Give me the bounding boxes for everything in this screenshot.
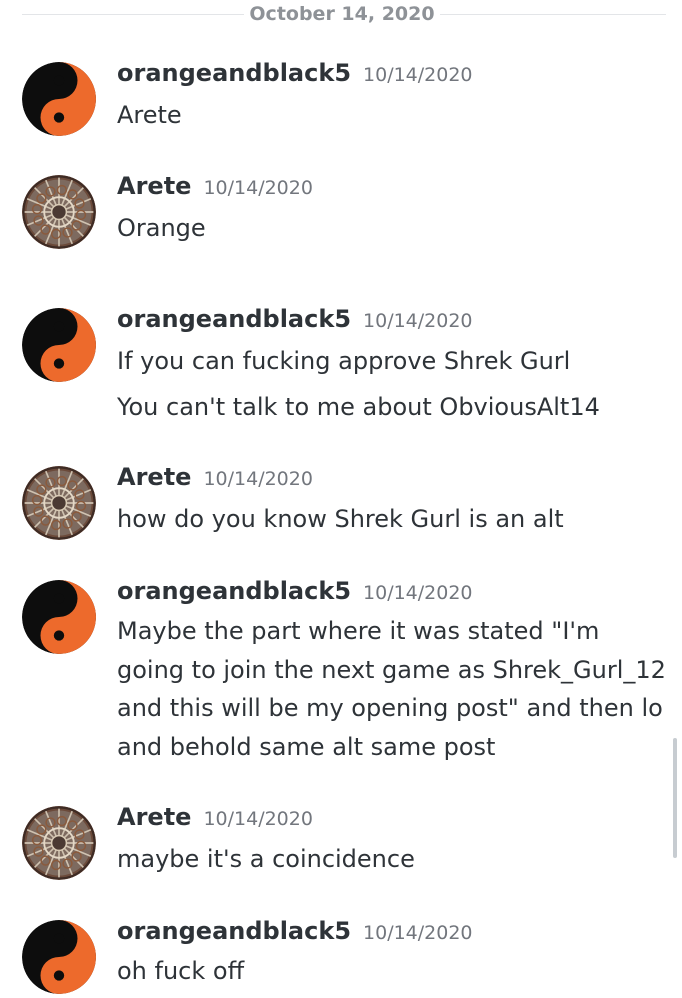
mandala-avatar[interactable]: [22, 175, 96, 249]
timestamp: 10/14/2020: [363, 64, 473, 86]
divider-line-right: [440, 14, 666, 15]
message-header: orangeandblack5 10/14/2020: [117, 305, 473, 333]
message-text: If you can fucking approve Shrek Gurl: [117, 347, 571, 375]
yin-yang-icon[interactable]: [22, 308, 96, 382]
username[interactable]: orangeandblack5: [117, 59, 351, 87]
timestamp: 10/14/2020: [363, 310, 473, 332]
divider-line-left: [22, 14, 244, 15]
message-text: how do you know Shrek Gurl is an alt: [117, 505, 564, 533]
date-divider: October 14, 2020: [0, 0, 682, 30]
message-text: You can't talk to me about ObviousAlt14: [117, 393, 600, 421]
yin-yang-icon[interactable]: [22, 62, 96, 136]
timestamp: 10/14/2020: [363, 922, 473, 944]
date-divider-label: October 14, 2020: [249, 3, 435, 25]
message-text: going to join the next game as Shrek_Gur…: [117, 656, 666, 684]
timestamp: 10/14/2020: [363, 582, 473, 604]
scrollbar[interactable]: [673, 738, 677, 858]
message-header: Arete 10/14/2020: [117, 803, 313, 831]
message-text: and behold same alt same post: [117, 733, 496, 761]
username[interactable]: orangeandblack5: [117, 305, 351, 333]
message-text: maybe it's a coincidence: [117, 845, 415, 873]
timestamp: 10/14/2020: [203, 808, 313, 830]
message-header: orangeandblack5 10/14/2020: [117, 917, 473, 945]
yin-yang-icon[interactable]: [22, 920, 96, 994]
message-text: Orange: [117, 214, 206, 242]
timestamp: 10/14/2020: [203, 468, 313, 490]
username[interactable]: Arete: [117, 172, 191, 200]
yin-yang-icon[interactable]: [22, 580, 96, 654]
username[interactable]: orangeandblack5: [117, 577, 351, 605]
message-header: Arete 10/14/2020: [117, 172, 313, 200]
username[interactable]: orangeandblack5: [117, 917, 351, 945]
mandala-avatar[interactable]: [22, 806, 96, 880]
username[interactable]: Arete: [117, 803, 191, 831]
message-text: Maybe the part where it was stated "I'm: [117, 617, 600, 645]
message-header: orangeandblack5 10/14/2020: [117, 577, 473, 605]
message-header: orangeandblack5 10/14/2020: [117, 59, 473, 87]
mandala-avatar[interactable]: [22, 466, 96, 540]
username[interactable]: Arete: [117, 463, 191, 491]
timestamp: 10/14/2020: [203, 177, 313, 199]
message-header: Arete 10/14/2020: [117, 463, 313, 491]
message-text: Arete: [117, 101, 182, 129]
message-text: and this will be my opening post" and th…: [117, 694, 663, 722]
message-text: oh fuck off: [117, 957, 245, 985]
